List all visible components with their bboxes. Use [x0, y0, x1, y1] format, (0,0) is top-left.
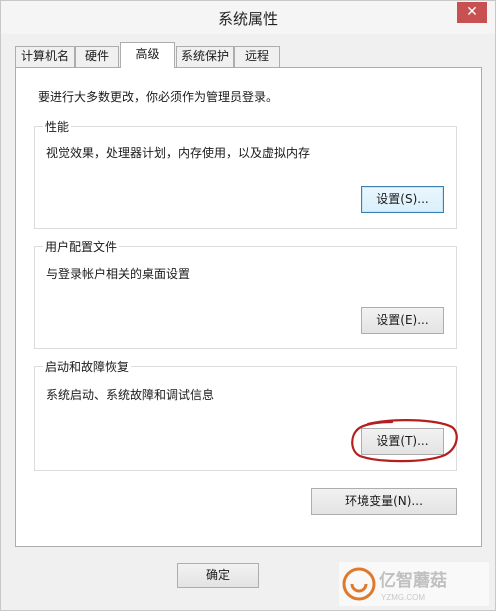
environment-variables-button[interactable]: 环境变量(N)...	[311, 488, 457, 515]
advanced-tab-panel: 要进行大多数更改，你必须作为管理员登录。 性能 视觉效果，处理器计划，内存使用，…	[15, 67, 482, 547]
title-bar: 系统属性 ✕	[1, 1, 495, 34]
startup-recovery-title: 启动和故障恢复	[43, 358, 132, 375]
user-profiles-group: 用户配置文件 与登录帐户相关的桌面设置 设置(E)...	[34, 238, 457, 349]
startup-recovery-group: 启动和故障恢复 系统启动、系统故障和调试信息 设置(T)...	[34, 358, 457, 471]
tab-hardware[interactable]: 硬件	[75, 46, 119, 67]
admin-notice: 要进行大多数更改，你必须作为管理员登录。	[38, 90, 279, 104]
close-button[interactable]: ✕	[457, 2, 487, 23]
tab-remote[interactable]: 远程	[234, 46, 280, 67]
window-title: 系统属性	[217, 10, 278, 28]
startup-recovery-settings-button[interactable]: 设置(T)...	[361, 428, 444, 455]
user-profiles-settings-button[interactable]: 设置(E)...	[361, 307, 444, 334]
startup-recovery-description: 系统启动、系统故障和调试信息	[46, 388, 215, 402]
system-properties-dialog: 系统属性 ✕ 计算机名 硬件 高级 系统保护 远程 要进行大多数更改，你必须作为…	[0, 0, 496, 611]
svg-text:YZMG.COM: YZMG.COM	[381, 593, 425, 602]
performance-description: 视觉效果，处理器计划，内存使用，以及虚拟内存	[46, 146, 311, 160]
tab-computer-name[interactable]: 计算机名	[15, 46, 75, 67]
ok-button[interactable]: 确定	[177, 563, 259, 588]
svg-text:亿智蘑菇: 亿智蘑菇	[379, 570, 447, 590]
performance-group: 性能 视觉效果，处理器计划，内存使用，以及虚拟内存 设置(S)...	[34, 118, 457, 229]
performance-title: 性能	[43, 118, 72, 135]
yzmg-watermark-icon: 亿智蘑菇 YZMG.COM	[339, 562, 489, 606]
performance-settings-button[interactable]: 设置(S)...	[361, 186, 444, 213]
user-profiles-title: 用户配置文件	[43, 238, 120, 255]
user-profiles-description: 与登录帐户相关的桌面设置	[46, 267, 191, 281]
tab-advanced[interactable]: 高级	[120, 42, 175, 68]
tab-system-protection[interactable]: 系统保护	[176, 46, 234, 67]
